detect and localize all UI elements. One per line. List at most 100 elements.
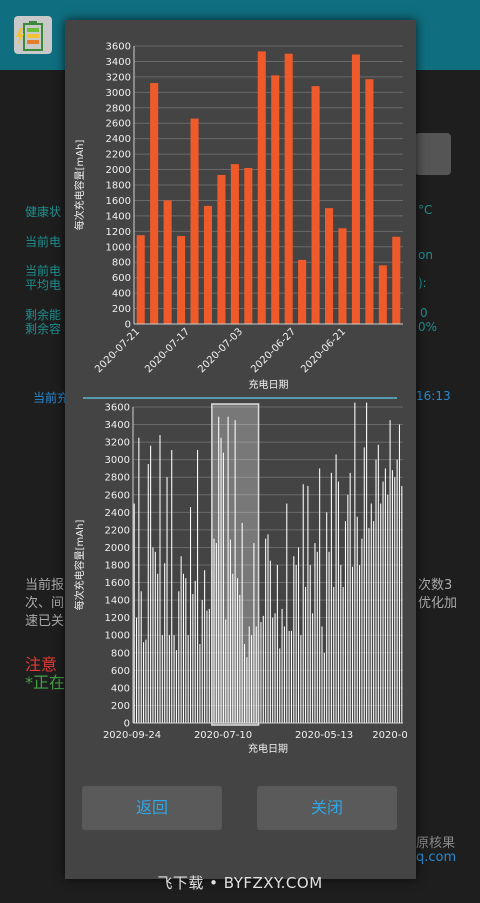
bar	[171, 450, 173, 723]
bg-desc: 优化加	[418, 596, 458, 611]
bar	[344, 521, 347, 723]
bottom-chart[interactable]: 0 200 400 600 800 1000 1200 1400 1600 1800 2000 220…	[65, 395, 416, 756]
y-axis-title: 每次充电容量[mAh]	[73, 520, 86, 611]
bar	[305, 586, 307, 723]
bar	[335, 454, 337, 723]
bar	[164, 563, 166, 723]
battery-app-icon	[14, 16, 52, 54]
bar	[338, 228, 347, 324]
bar	[140, 591, 142, 723]
bar	[197, 450, 199, 723]
y-tick-label: 2400	[106, 134, 131, 145]
bar	[265, 538, 267, 723]
bar	[330, 472, 332, 723]
back-button[interactable]: 返回	[82, 786, 222, 830]
x-tick-label: 2020-07-10	[194, 730, 252, 741]
bg-value: on	[418, 248, 433, 262]
bar	[206, 610, 208, 723]
bar	[138, 437, 140, 723]
bar	[323, 652, 325, 723]
bar	[311, 86, 320, 325]
bar	[324, 208, 334, 324]
bar	[295, 565, 297, 723]
bg-label: 平均电	[25, 278, 62, 292]
bar	[185, 578, 187, 723]
y-tick-label: 1400	[106, 211, 131, 222]
bg-footer: 原核果	[416, 836, 456, 851]
bg-label: 健康状	[25, 205, 62, 219]
bar	[286, 503, 288, 723]
bar	[178, 591, 180, 723]
bar	[349, 472, 351, 723]
bar	[378, 265, 387, 324]
y-tick-label: 1800	[105, 561, 130, 572]
bar	[272, 617, 274, 723]
x-tick-label: 2020-07-21	[93, 326, 142, 375]
bar	[208, 608, 210, 723]
bg-desc: 速已关	[25, 614, 65, 629]
y-tick-label: 2200	[106, 150, 131, 161]
bar	[230, 164, 239, 324]
y-tick-label: 1600	[105, 578, 130, 589]
bar	[333, 586, 335, 723]
bar	[189, 507, 192, 723]
y-tick-label: 3400	[105, 420, 130, 431]
bar	[152, 547, 154, 723]
bar	[394, 477, 396, 723]
bar	[159, 435, 161, 723]
bar	[361, 538, 363, 723]
bg-current-label: 当前充	[33, 391, 70, 405]
bg-value: 0	[420, 306, 428, 320]
bg-value: ):	[418, 276, 427, 290]
selection-window	[211, 403, 260, 726]
bar	[366, 402, 368, 723]
y-axis-title: 每次充电容量[mAh]	[73, 140, 86, 231]
y-tick-label: 1200	[105, 613, 130, 624]
y-tick-label: 1600	[106, 196, 131, 207]
bar	[391, 470, 393, 723]
bar	[359, 565, 361, 723]
y-tick-label: 200	[112, 304, 131, 315]
bar	[161, 635, 163, 723]
x-tick-label: 2020-06-21	[299, 326, 348, 375]
bar	[347, 494, 349, 723]
bar	[271, 75, 280, 324]
bar	[201, 600, 203, 723]
y-tick-label: 400	[111, 683, 130, 694]
bar	[182, 573, 185, 723]
y-tick-label: 2400	[105, 508, 130, 519]
bar	[173, 635, 175, 723]
y-tick-label: 600	[111, 666, 130, 677]
bg-footer-link: q.com	[416, 850, 457, 865]
bar	[288, 630, 290, 723]
y-tick-label: 2600	[106, 119, 131, 130]
y-tick-label: 400	[112, 289, 131, 300]
charge-history-dialog: 0 200 400 600 800 1000 1200 1400 1600 1800 2000 220…	[65, 20, 416, 879]
y-tick-label: 800	[111, 648, 130, 659]
bar	[340, 565, 342, 723]
y-tick-label: 200	[111, 701, 130, 712]
bar	[269, 560, 271, 723]
bar	[203, 205, 213, 324]
bg-time: 16:13	[416, 389, 451, 403]
x-tick-label: 2020-05-13	[295, 730, 353, 741]
bar	[326, 512, 328, 723]
bar	[356, 516, 358, 723]
bar	[293, 556, 295, 723]
bar	[262, 615, 264, 723]
y-tick-label: 600	[112, 273, 131, 284]
bar	[187, 635, 189, 723]
close-button[interactable]: 关闭	[257, 786, 397, 830]
y-tick-label: 0	[124, 719, 130, 730]
bar	[375, 459, 377, 723]
bar	[380, 503, 382, 723]
bar	[387, 494, 389, 723]
bar	[382, 481, 384, 723]
bar	[398, 424, 401, 723]
bar	[314, 543, 316, 723]
y-tick-label: 1000	[105, 631, 130, 642]
bar	[392, 236, 401, 324]
bar	[351, 566, 354, 723]
y-tick-label: 2800	[105, 473, 130, 484]
top-chart[interactable]: 0 200 400 600 800 1000 1200 1400 1600 1800 2000 220…	[65, 20, 416, 400]
